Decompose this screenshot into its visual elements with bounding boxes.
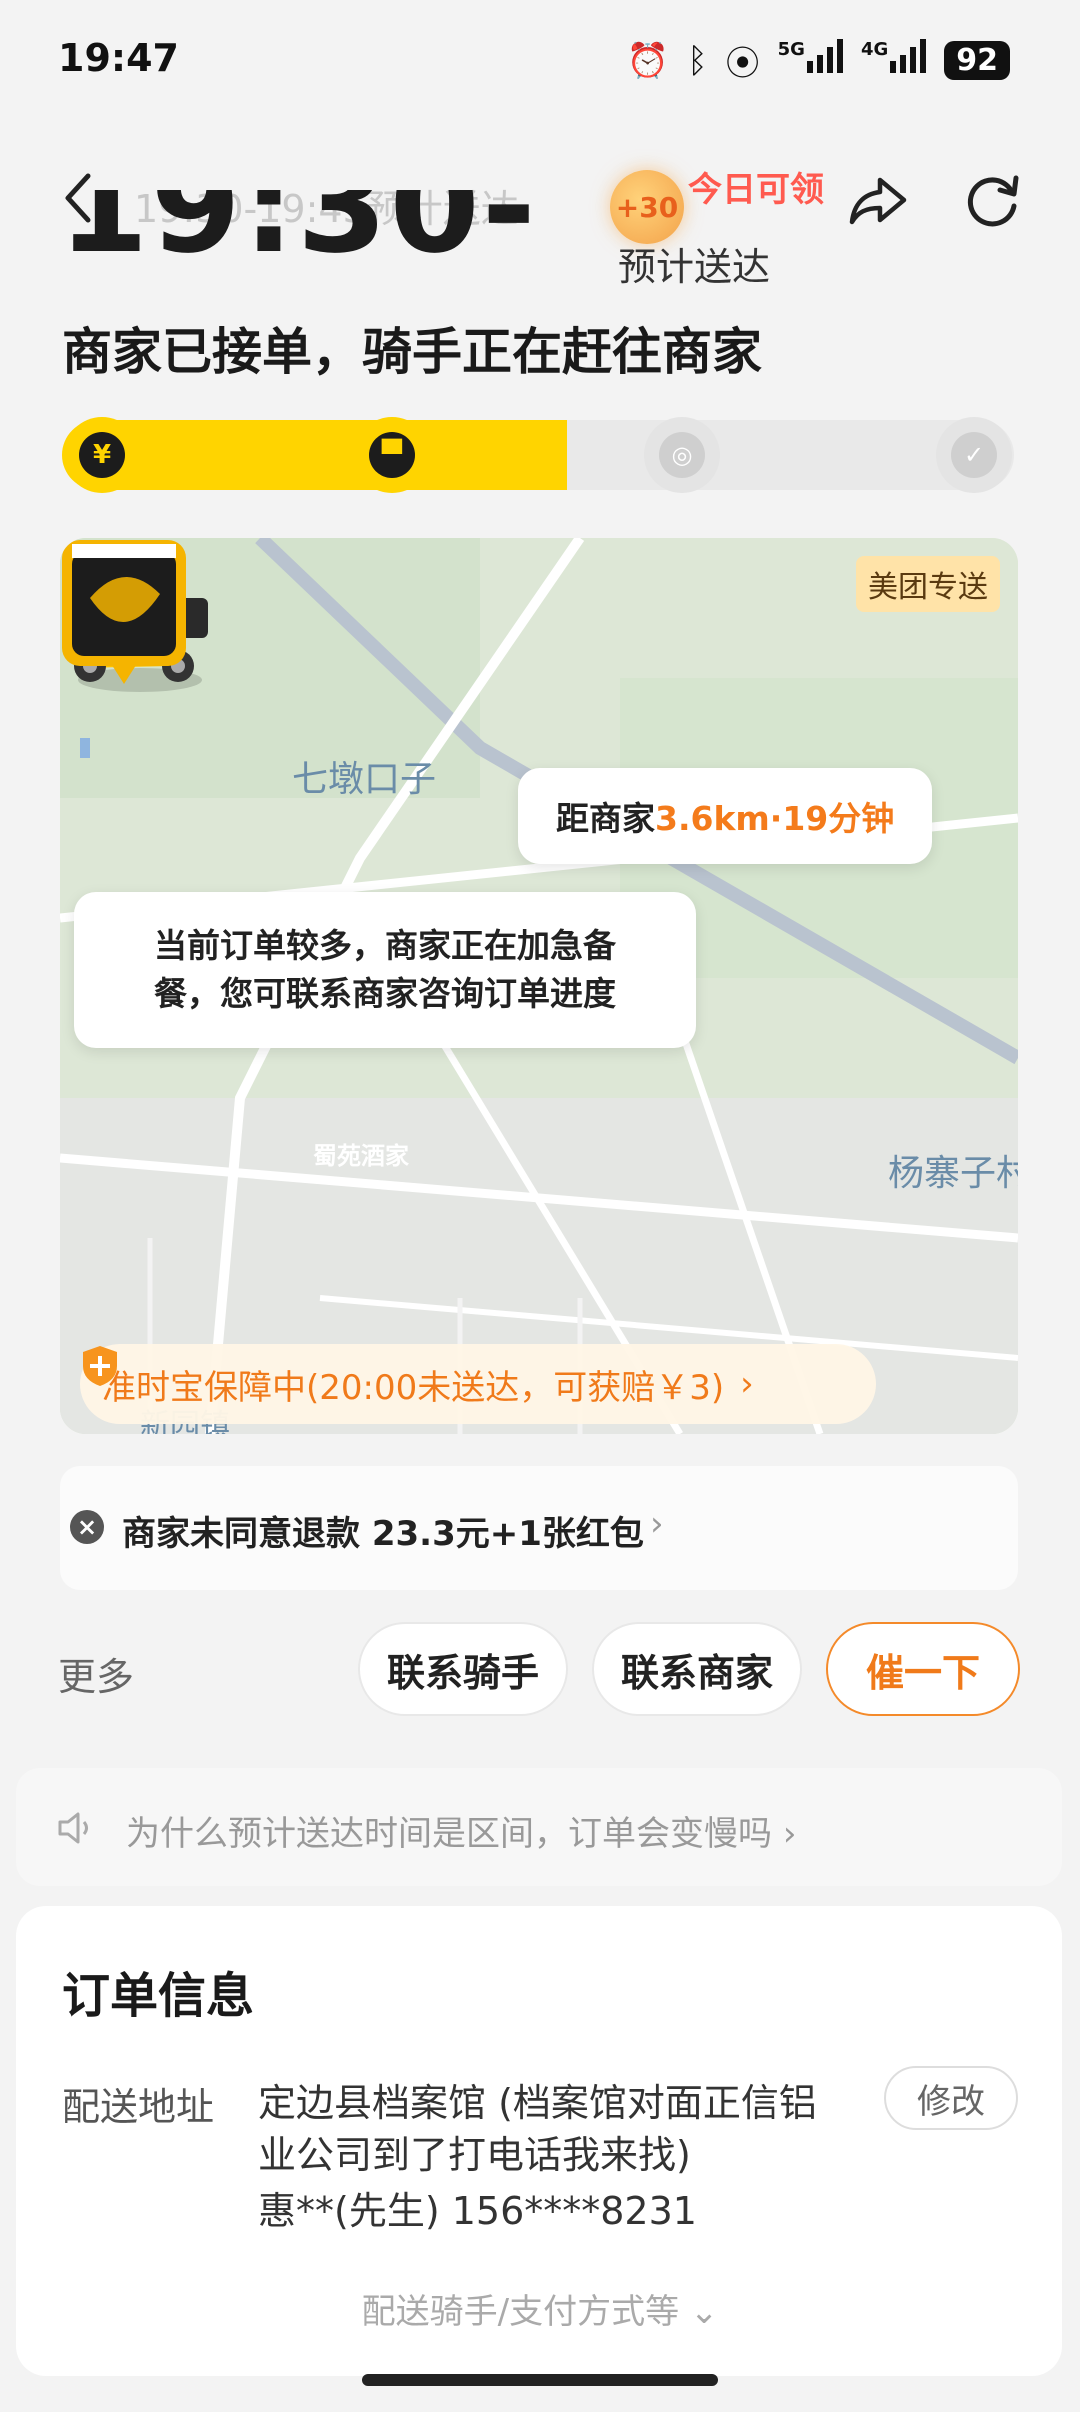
delivery-address-label: 配送地址 [62,2085,215,2129]
check-shield-icon: ✓ [951,432,997,478]
alarm-icon: ⏰ [626,40,670,81]
coin-reward-label[interactable]: 今日可领 [688,162,824,211]
chevron-right-icon: › [650,1504,664,1544]
speaker-icon [58,1812,88,1844]
order-info-title: 订单信息 [62,1968,255,2024]
more-actions-label[interactable]: 更多 [58,1646,134,1701]
map-place-label: 杨寨子村 [888,1153,1018,1194]
delivery-map[interactable]: 美团专送 七墩口子 杨寨子村 新园镇 距商家3.6km·19分钟 当前订单较多，… [60,538,1018,1434]
step-delivering: ◎ [644,417,720,493]
refresh-icon[interactable] [960,168,1024,232]
contact-merchant-button[interactable]: 联系商家 [592,1622,802,1716]
delivery-address-line: 定边县档案馆 (档案馆对面正信铝 [258,2081,817,2125]
coin-reward-badge[interactable]: +30 [610,170,684,244]
map-place-label: 七墩口子 [292,759,437,800]
scooter-icon: ◎ [659,432,705,478]
battery-indicator: 92 [944,41,1010,80]
status-time: 19:47 [58,36,179,80]
expand-more-info[interactable]: 配送骑手/支付方式等 ⌄ [0,2284,1080,2333]
rush-order-button[interactable]: 催一下 [826,1622,1020,1716]
signal-icon: 4G [861,39,927,82]
busy-notice-bubble: 当前订单较多，商家正在加急备 餐，您可联系商家咨询订单进度 [74,892,696,1048]
refund-status-text[interactable]: 商家未同意退款 23.3元+1张红包 [122,1506,644,1555]
bluetooth-icon: ᛒ [687,40,708,81]
shop-pin-name: 蜀苑酒家 [313,1142,409,1170]
yen-icon: ¥ [79,432,125,478]
eta-big-time: 19:30-19:45 [58,190,538,290]
step-delivered: ✓ [936,417,1012,493]
location-icon: ⦿ [725,44,760,84]
distance-bubble: 距商家3.6km·19分钟 [518,768,933,864]
chevron-right-icon: › [782,1814,797,1854]
on-time-guarantee-bar[interactable]: 准时宝保障中(20:00未送达，可获赔￥3) › [80,1344,876,1424]
store-icon: ▀ [369,432,415,478]
shield-icon [83,1346,117,1386]
close-circle-icon: × [70,1510,104,1544]
chevron-right-icon: › [740,1364,754,1404]
recipient-contact: 惠**(先生) 156****8231 [258,2189,697,2233]
status-icons: ⏰ ᛒ ⦿ 5G 4G 92 [627,36,1010,85]
home-indicator[interactable] [362,2374,718,2386]
contact-rider-button[interactable]: 联系骑手 [358,1622,568,1716]
signal-icon: 5G [778,39,843,82]
shop-pin-icon [62,540,186,684]
edit-address-button[interactable]: 修改 [884,2066,1018,2130]
step-merchant: ▀ [354,417,430,493]
guarantee-text: 准时宝保障中(20:00未送达，可获赔￥3) [102,1367,725,1408]
meituan-express-badge: 美团专送 [856,556,1000,612]
step-paid: ¥ [64,417,140,493]
delivery-address-line: 业公司到了打电话我来找) [258,2133,691,2177]
share-icon[interactable] [846,168,910,232]
eta-suffix: 预计送达 [618,245,771,289]
order-status-title: 商家已接单，骑手正在赶往商家 [62,323,762,381]
eta-explanation-text[interactable]: 为什么预计送达时间是区间，订单会变慢吗 › [126,1806,796,1855]
